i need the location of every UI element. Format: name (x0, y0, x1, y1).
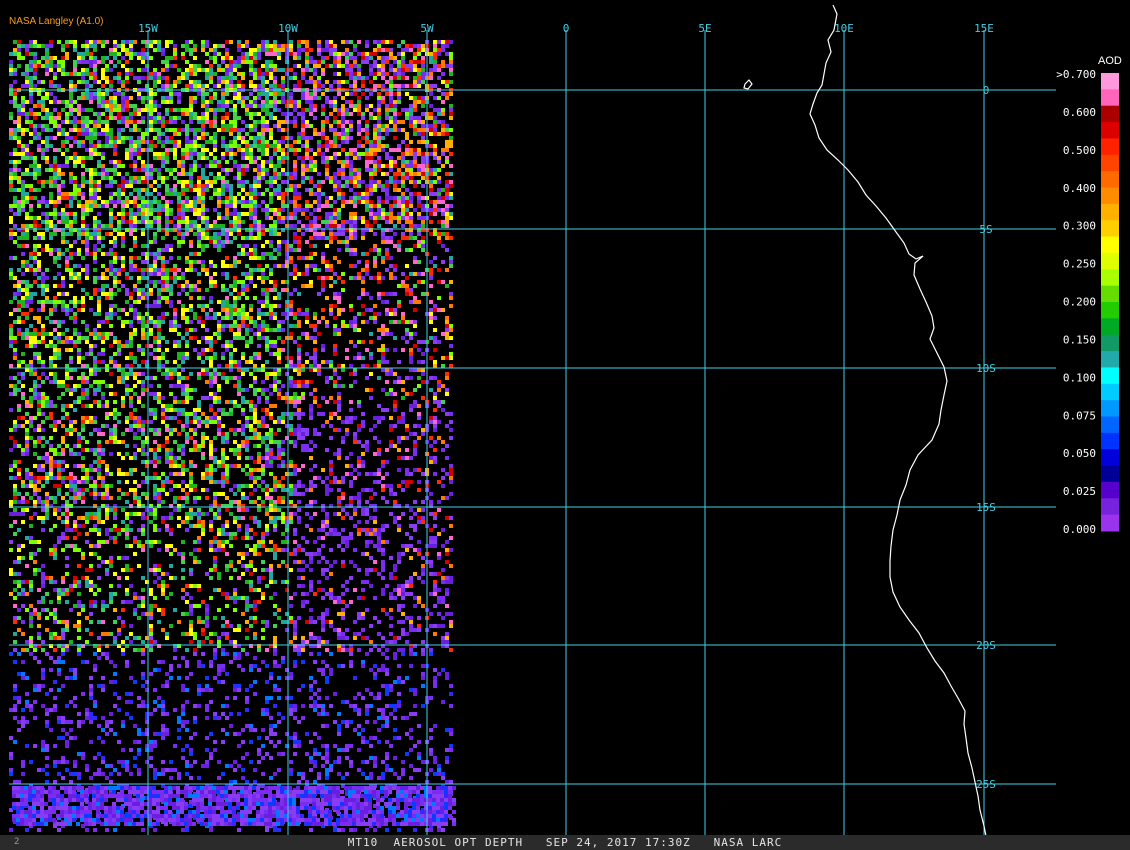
latitude-label: 10S (976, 362, 996, 375)
legend-color-bar (1101, 73, 1119, 532)
legend-swatch (1101, 252, 1119, 270)
legend-swatch (1101, 269, 1119, 287)
legend-title: AOD (1098, 55, 1122, 67)
longitude-label: 5E (698, 22, 711, 35)
longitude-label: 15W (138, 22, 158, 35)
source-label: NASA Langley (A1.0) (9, 16, 104, 27)
legend-swatch (1101, 416, 1119, 434)
legend-swatch (1101, 334, 1119, 352)
legend-swatch (1101, 73, 1119, 90)
legend-swatch (1101, 449, 1119, 467)
legend-swatch (1101, 220, 1119, 238)
longitude-label: 0 (563, 22, 570, 35)
legend-swatch (1101, 351, 1119, 368)
legend-swatch (1101, 498, 1119, 516)
legend-tick-label: 0.250 (1063, 258, 1096, 271)
longitude-label: 5W (420, 22, 434, 35)
legend-swatch (1101, 236, 1119, 254)
latitude-label: 20S (976, 639, 996, 652)
legend-tick-label: 0.075 (1063, 409, 1096, 422)
legend-tick-label: 0.025 (1063, 485, 1096, 498)
legend-swatch (1101, 203, 1119, 221)
aod-map: 15W 10W 5W 0 5E 10E 15E 0 5S 10S 15S 20S 25S AOD >0.… (0, 0, 1130, 850)
legend-tick-label: 0.500 (1063, 144, 1096, 157)
legend-tick-label: 0.200 (1063, 296, 1096, 309)
longitude-label: 10W (278, 22, 298, 35)
legend-tick-label: 0.100 (1063, 371, 1096, 384)
legend-swatch (1101, 514, 1119, 532)
legend-tick-label: 0.000 (1063, 523, 1096, 536)
footer-bar: 2 MT10 AEROSOL OPT DEPTH SEP 24, 2017 17… (0, 835, 1130, 850)
legend-tick-label: >0.700 (1056, 68, 1096, 81)
legend-swatch (1101, 302, 1119, 319)
legend-swatch (1101, 481, 1119, 499)
longitude-label: 10E (834, 22, 854, 35)
legend-swatch (1101, 171, 1119, 188)
legend-swatch (1101, 318, 1119, 336)
legend-tick-label: 0.050 (1063, 447, 1096, 460)
legend-tick-label: 0.300 (1063, 220, 1096, 233)
legend-swatch (1101, 285, 1119, 303)
latitude-label: 5S (979, 223, 992, 236)
latitude-label: 15S (976, 501, 996, 514)
latitude-label: 0 (983, 84, 990, 97)
legend-swatch (1101, 105, 1119, 123)
legend-tick-label: 0.150 (1063, 333, 1096, 346)
legend-swatch (1101, 154, 1119, 172)
legend-swatch (1101, 187, 1119, 205)
longitude-label: 15E (974, 22, 994, 35)
legend-tick-label: 0.400 (1063, 182, 1096, 195)
latitude-label: 25S (976, 778, 996, 791)
legend-swatch (1101, 400, 1119, 417)
legend-swatch (1101, 383, 1119, 401)
legend-swatch (1101, 122, 1119, 139)
legend-swatch (1101, 367, 1119, 385)
legend-swatch (1101, 465, 1119, 483)
map-caption: MT10 AEROSOL OPT DEPTH SEP 24, 2017 17:3… (347, 836, 783, 849)
legend-tick-label: 0.600 (1063, 106, 1096, 119)
legend-swatch (1101, 89, 1119, 107)
legend-swatch (1101, 138, 1119, 156)
legend-swatch (1101, 432, 1119, 450)
